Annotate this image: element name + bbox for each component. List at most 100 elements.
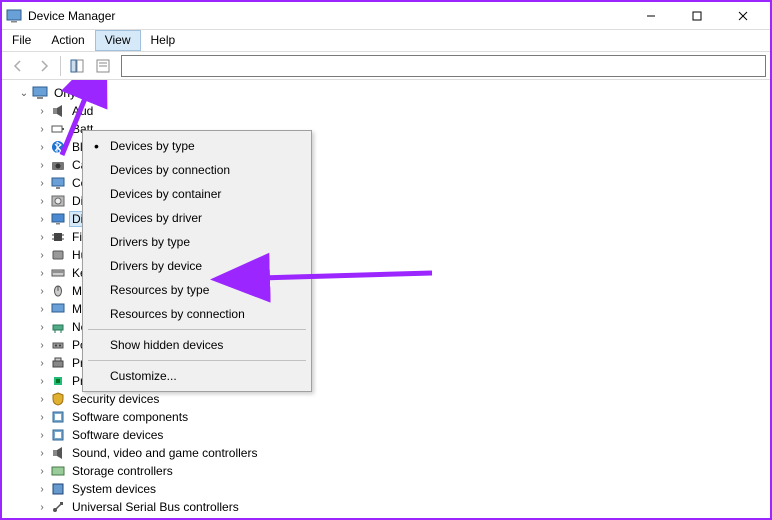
menu-item-devices-by-type[interactable]: Devices by type <box>86 134 308 158</box>
close-button[interactable] <box>720 2 766 30</box>
menu-view[interactable]: View <box>95 30 141 51</box>
expand-icon[interactable]: › <box>36 303 48 315</box>
expand-icon[interactable]: › <box>36 231 48 243</box>
expand-icon[interactable]: › <box>36 411 48 423</box>
tree-root-label: Onyma <box>52 86 95 100</box>
cpu-icon <box>50 373 66 389</box>
device-manager-window: Device Manager File Action View Help ⌄ O… <box>0 0 772 520</box>
minimize-button[interactable] <box>628 2 674 30</box>
storage-icon <box>50 463 66 479</box>
disk-icon <box>50 193 66 209</box>
toolbar-separator <box>60 56 61 76</box>
menu-item-devices-by-container[interactable]: Devices by container <box>86 182 308 206</box>
expand-icon[interactable]: › <box>36 285 48 297</box>
usb-icon <box>50 499 66 515</box>
window-controls <box>628 2 766 30</box>
tree-category-label: Sound, video and game controllers <box>70 446 259 460</box>
menu-help[interactable]: Help <box>141 30 186 51</box>
menu-action[interactable]: Action <box>41 30 94 51</box>
camera-icon <box>50 157 66 173</box>
expand-icon[interactable]: › <box>36 105 48 117</box>
tree-category[interactable]: › Storage controllers <box>36 462 770 480</box>
software-icon <box>50 409 66 425</box>
content-area: ⌄ Onyma ›Aud›Batt›Blue›Cam›Com›Disk›Disp… <box>2 80 770 518</box>
tree-category-label: Universal Serial Bus controllers <box>70 500 241 514</box>
tree-category[interactable]: › Security devices <box>36 390 770 408</box>
expand-icon[interactable]: › <box>36 501 48 513</box>
tree-category[interactable]: › Universal Serial Bus controllers <box>36 498 770 516</box>
bluetooth-icon <box>50 139 66 155</box>
window-title: Device Manager <box>28 9 628 23</box>
view-menu-dropdown: Devices by type Devices by connection De… <box>82 130 312 392</box>
menu-item-drivers-by-type[interactable]: Drivers by type <box>86 230 308 254</box>
tree-category[interactable]: › Sound, video and game controllers <box>36 444 770 462</box>
expand-icon[interactable]: › <box>36 159 48 171</box>
system-icon <box>50 481 66 497</box>
tree-category-label: Software devices <box>70 428 165 442</box>
speaker-icon <box>50 103 66 119</box>
show-hide-tree-button[interactable] <box>65 54 89 78</box>
computer-icon <box>32 85 48 101</box>
properties-button[interactable] <box>91 54 115 78</box>
tree-category-label: Aud <box>70 104 95 118</box>
tree-category-label: Storage controllers <box>70 464 175 478</box>
expand-icon[interactable]: › <box>36 357 48 369</box>
menu-item-devices-by-connection[interactable]: Devices by connection <box>86 158 308 182</box>
expand-icon[interactable]: › <box>36 213 48 225</box>
expand-icon[interactable]: › <box>36 483 48 495</box>
network-icon <box>50 319 66 335</box>
expand-icon[interactable]: › <box>36 447 48 459</box>
menu-item-customize[interactable]: Customize... <box>86 364 308 388</box>
keyboard-icon <box>50 265 66 281</box>
printer-icon <box>50 355 66 371</box>
tree-category[interactable]: › Software components <box>36 408 770 426</box>
menu-item-resources-by-type[interactable]: Resources by type <box>86 278 308 302</box>
software-icon <box>50 427 66 443</box>
maximize-button[interactable] <box>674 2 720 30</box>
sound-icon <box>50 445 66 461</box>
display-icon <box>50 211 66 227</box>
expand-icon[interactable]: › <box>36 177 48 189</box>
tree-category-label: Software components <box>70 410 190 424</box>
expand-icon[interactable]: › <box>36 339 48 351</box>
mouse-icon <box>50 283 66 299</box>
expand-icon[interactable]: › <box>36 195 48 207</box>
expand-icon[interactable]: › <box>36 375 48 387</box>
expand-icon[interactable]: › <box>36 465 48 477</box>
battery-icon <box>50 121 66 137</box>
toolbar <box>2 52 770 80</box>
collapse-icon[interactable]: ⌄ <box>18 87 30 99</box>
expand-icon[interactable]: › <box>36 141 48 153</box>
hid-icon <box>50 247 66 263</box>
expand-icon[interactable]: › <box>36 429 48 441</box>
address-bar[interactable] <box>121 55 766 77</box>
expand-icon[interactable]: › <box>36 393 48 405</box>
app-icon <box>6 8 22 24</box>
menu-item-devices-by-driver[interactable]: Devices by driver <box>86 206 308 230</box>
tree-category-label: System devices <box>70 482 158 496</box>
chip-icon <box>50 229 66 245</box>
tree-category[interactable]: › Aud <box>36 102 770 120</box>
shield-icon <box>50 391 66 407</box>
back-button <box>6 54 30 78</box>
expand-icon[interactable]: › <box>36 267 48 279</box>
menubar: File Action View Help <box>2 30 770 52</box>
menu-file[interactable]: File <box>2 30 41 51</box>
menu-item-resources-by-connection[interactable]: Resources by connection <box>86 302 308 326</box>
expand-icon[interactable]: › <box>36 321 48 333</box>
tree-category-label: Security devices <box>70 392 161 406</box>
forward-button <box>32 54 56 78</box>
expand-icon[interactable]: › <box>36 123 48 135</box>
tree-category[interactable]: › Software devices <box>36 426 770 444</box>
menu-separator <box>88 329 306 330</box>
menu-item-drivers-by-device[interactable]: Drivers by device <box>86 254 308 278</box>
titlebar: Device Manager <box>2 2 770 30</box>
expand-icon[interactable]: › <box>36 249 48 261</box>
tree-root[interactable]: ⌄ Onyma <box>18 84 770 102</box>
menu-separator <box>88 360 306 361</box>
menu-item-show-hidden[interactable]: Show hidden devices <box>86 333 308 357</box>
computer-icon <box>50 175 66 191</box>
port-icon <box>50 337 66 353</box>
tree-category[interactable]: › System devices <box>36 480 770 498</box>
monitor-icon <box>50 301 66 317</box>
